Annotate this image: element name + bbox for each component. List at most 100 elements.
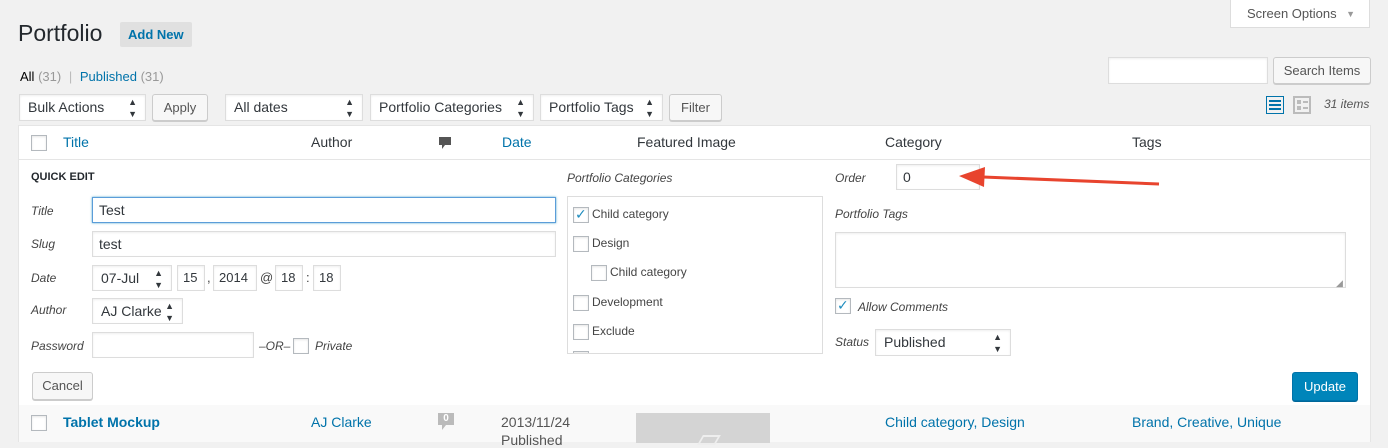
apply-button[interactable]: Apply (152, 94, 208, 121)
category-label: Child category (592, 207, 669, 221)
table-row: Tablet Mockup AJ Clarke 0 2013/11/24 Pub… (18, 405, 1371, 448)
screen-options-label: Screen Options (1247, 6, 1337, 21)
select-arrows-icon: ▲ ▼ (645, 97, 654, 119)
title-label: Title (31, 204, 54, 218)
add-new-button[interactable]: Add New (120, 22, 192, 47)
allow-comments-label: Allow Comments (858, 300, 949, 314)
category-checkbox[interactable] (573, 324, 589, 340)
column-tags: Tags (1132, 134, 1162, 150)
resize-handle-icon[interactable]: ◢ (1336, 278, 1343, 289)
password-input[interactable] (92, 332, 254, 358)
table-header: Title Author Date Featured Image Categor… (18, 125, 1371, 160)
categories-value: Portfolio Categories (379, 99, 502, 115)
filter-published-link[interactable]: Published (80, 69, 137, 84)
category-link[interactable]: Child category (885, 414, 973, 430)
row-title-link[interactable]: Tablet Mockup (63, 414, 160, 430)
update-button[interactable]: Update (1292, 372, 1358, 401)
filter-separator: | (68, 69, 73, 84)
arrow-annotation-icon (955, 162, 1165, 197)
bulk-actions-select[interactable]: Bulk Actions ▲ ▼ (19, 94, 146, 121)
password-label: Password (31, 339, 84, 353)
featured-image-thumbnail (636, 413, 770, 445)
category-link[interactable]: Design (981, 414, 1025, 430)
filter-all-count: (31) (38, 69, 62, 84)
row-tags[interactable]: Brand, Creative, Unique (1132, 414, 1281, 430)
row-checkbox[interactable] (31, 415, 47, 431)
search-input[interactable] (1108, 57, 1268, 84)
category-label: Development (592, 295, 663, 309)
column-title[interactable]: Title (63, 134, 89, 150)
order-label: Order (835, 171, 866, 185)
slug-label: Slug (31, 237, 56, 251)
status-label: Status (835, 335, 870, 349)
time-colon: : (306, 270, 310, 285)
date-comma: , (207, 270, 211, 285)
items-count: 31 items (1324, 97, 1370, 111)
category-checkbox[interactable] (573, 236, 589, 252)
row-date: 2013/11/24 (501, 414, 571, 430)
quick-edit-heading: QUICK EDIT (31, 171, 95, 183)
checkmark-icon: ✓ (837, 297, 849, 313)
excerpt-view-icon[interactable] (1293, 96, 1311, 114)
status-select[interactable]: Published ▲ ▼ (875, 329, 1011, 356)
title-input[interactable]: Test (92, 197, 556, 223)
month-select[interactable]: 07-Jul ▲ ▼ (92, 265, 172, 291)
select-arrows-icon: ▲ ▼ (154, 268, 163, 290)
minute-input[interactable]: 18 (313, 265, 341, 291)
column-date[interactable]: Date (502, 134, 532, 150)
page-title: Portfolio (18, 20, 103, 46)
select-all-checkbox[interactable] (31, 135, 47, 151)
dates-select[interactable]: All dates ▲ ▼ (225, 94, 363, 121)
tags-value: Portfolio Tags (549, 99, 634, 115)
or-label: –OR– (259, 339, 291, 353)
categories-checklist: ✓ Child category Design Child category D… (567, 196, 823, 354)
row-status: Published (501, 432, 563, 448)
portfolio-tags-select[interactable]: Portfolio Tags ▲ ▼ (540, 94, 663, 121)
list-view-icon[interactable] (1265, 95, 1285, 115)
date-at: @ (260, 270, 274, 285)
category-checkbox[interactable] (591, 265, 607, 281)
filter-all-link[interactable]: All (20, 69, 34, 84)
portfolio-categories-select[interactable]: Portfolio Categories ▲ ▼ (370, 94, 534, 121)
column-featured-image: Featured Image (637, 134, 736, 150)
comment-bubble-icon (438, 136, 452, 155)
categories-label: Portfolio Categories (567, 171, 673, 185)
year-input[interactable]: 2014 (213, 265, 257, 291)
category-label: Design (592, 236, 630, 250)
cancel-button[interactable]: Cancel (32, 372, 93, 400)
column-category: Category (885, 134, 942, 150)
category-checkbox[interactable] (573, 351, 589, 353)
day-input[interactable]: 15 (177, 265, 205, 291)
private-label: Private (315, 339, 353, 353)
portfolio-tags-textarea[interactable] (835, 232, 1346, 288)
caret-down-icon: ▼ (1346, 9, 1355, 19)
screen-options-button[interactable]: Screen Options ▼ (1230, 0, 1370, 28)
status-value: Published (884, 334, 946, 350)
hour-input[interactable]: 18 (275, 265, 303, 291)
author-label: Author (31, 303, 67, 317)
filter-button[interactable]: Filter (669, 94, 722, 121)
comment-count-badge[interactable]: 0 (436, 412, 456, 430)
status-filter-links: All (31) | Published (31) (20, 69, 164, 84)
select-arrows-icon: ▲ ▼ (128, 97, 137, 119)
select-arrows-icon: ▲ ▼ (165, 301, 174, 323)
search-items-button[interactable]: Search Items (1273, 57, 1371, 84)
author-select[interactable]: AJ Clarke ▲ ▼ (92, 298, 183, 324)
category-checkbox[interactable]: ✓ (573, 206, 589, 223)
column-author: Author (311, 134, 353, 150)
private-checkbox[interactable] (293, 338, 309, 354)
portfolio-tags-label: Portfolio Tags (835, 207, 908, 221)
comment-count: 0 (443, 413, 449, 424)
category-checkbox[interactable] (573, 295, 589, 311)
select-arrows-icon: ▲ ▼ (345, 97, 354, 119)
row-author-link[interactable]: AJ Clarke (311, 414, 372, 430)
tablet-image-shape (697, 435, 721, 445)
checkmark-icon: ✓ (575, 206, 587, 222)
allow-comments-checkbox[interactable]: ✓ (835, 297, 851, 314)
author-value: AJ Clarke (101, 303, 162, 319)
category-label: Child category (610, 265, 687, 279)
bulk-actions-value: Bulk Actions (28, 99, 105, 115)
filter-published-count: (31) (140, 69, 164, 84)
month-value: 07-Jul (101, 270, 140, 286)
slug-input[interactable]: test (92, 231, 556, 257)
